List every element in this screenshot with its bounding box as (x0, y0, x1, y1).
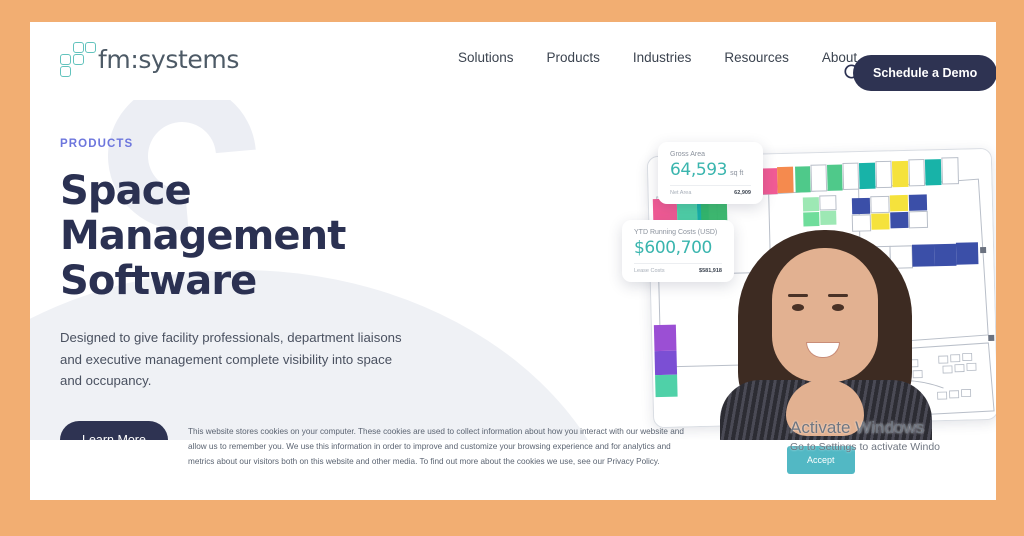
page-frame: fm:systems Solutions Products Industries… (30, 22, 996, 500)
smiling-woman-photo (710, 230, 940, 440)
stat-card-unit: sq ft (730, 170, 744, 177)
nav-item-products[interactable]: Products (547, 50, 600, 65)
nav-item-resources[interactable]: Resources (724, 50, 789, 65)
stat-card-gross-area: Gross Area 64,593 sq ft Net Area 62,909 (658, 142, 763, 204)
page-title: Space Management Software (60, 169, 480, 303)
schedule-demo-button[interactable]: Schedule a Demo (853, 55, 996, 91)
person-eye-left (792, 304, 804, 311)
stat-card-value-row: $600,700 (634, 238, 722, 258)
person-smile (806, 342, 840, 358)
stat-card-subrow: Net Area 62,909 (670, 185, 751, 196)
hero-copy: PRODUCTS Space Management Software Desig… (60, 138, 480, 440)
stat-card-label: YTD Running Costs (USD) (634, 229, 718, 236)
stat-card-value-row: 64,593 sq ft (670, 160, 751, 180)
cookie-consent-banner: This website stores cookies on your comp… (30, 427, 996, 500)
hero-section: PRODUCTS Space Management Software Desig… (30, 100, 996, 440)
cookie-consent-text: This website stores cookies on your comp… (188, 427, 684, 467)
stat-card-label: Gross Area (670, 151, 706, 158)
hero-description: Designed to give facility professionals,… (60, 330, 402, 389)
main-navigation: Solutions Products Industries Resources … (458, 50, 857, 65)
person-face (772, 248, 878, 382)
stat-card-value: $600,700 (634, 238, 712, 258)
accept-cookies-button[interactable]: Accept (787, 446, 855, 474)
hero-title-line-2: Software (60, 257, 257, 304)
stat-card-sub-label: Lease Costs (634, 268, 665, 274)
brand-name: fm:systems (98, 44, 239, 74)
stat-card-value: 64,593 (670, 160, 728, 180)
person-hand (786, 380, 864, 436)
person-eye-right (832, 304, 844, 311)
person-eyebrow-left (788, 294, 808, 297)
learn-more-button[interactable]: Learn More (60, 420, 168, 440)
hero-eyebrow: PRODUCTS (60, 138, 134, 150)
squares-logo-icon (57, 42, 96, 77)
site-header: fm:systems Solutions Products Industries… (30, 22, 996, 100)
nav-item-solutions[interactable]: Solutions (458, 50, 514, 65)
hero-title-line-1: Space Management (60, 168, 346, 259)
nav-item-industries[interactable]: Industries (633, 50, 692, 65)
person-eyebrow-right (828, 294, 848, 297)
stat-card-sub-label: Net Area (670, 190, 692, 196)
stat-card-sub-value: 62,909 (734, 190, 751, 196)
stat-card-subrow: Lease Costs $581,918 (634, 263, 722, 274)
hero-visual: Gross Area 64,593 sq ft Net Area 62,909 Y… (590, 134, 996, 440)
brand-logo[interactable]: fm:systems (57, 42, 239, 77)
